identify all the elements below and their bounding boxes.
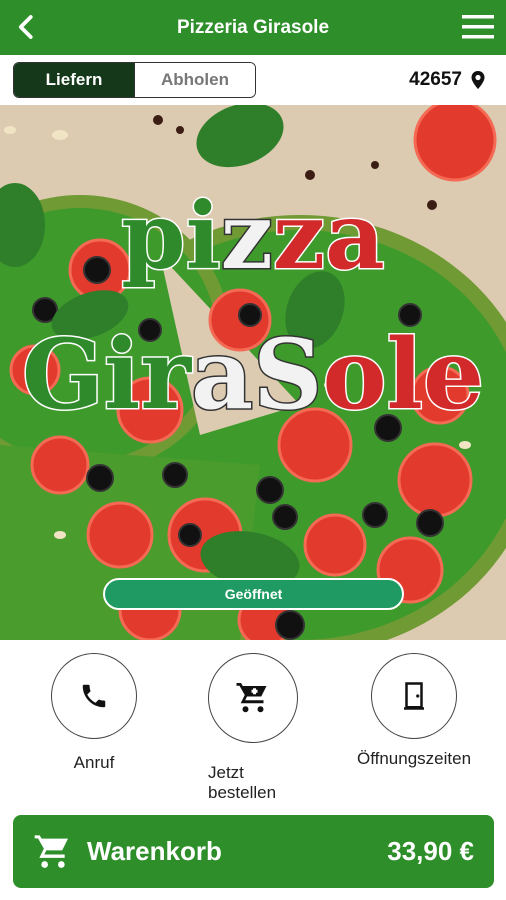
logo-line-girasole: GiraSole (0, 325, 506, 424)
logo-part: za (271, 182, 386, 290)
open-status-badge: Geöffnet (103, 578, 404, 610)
order-circle[interactable] (208, 653, 298, 743)
deliver-option[interactable]: Liefern (14, 63, 134, 97)
logo-part: z (219, 182, 274, 290)
back-arrow-icon[interactable] (12, 12, 42, 42)
action-row: Anruf Jetzt bestellen Öffnungszeiten (0, 640, 506, 803)
cart-label: Warenkorb (87, 836, 222, 866)
page-title: Pizzeria Girasole (176, 16, 330, 38)
cart-icon (236, 683, 267, 713)
hours-circle[interactable] (371, 653, 457, 739)
hamburger-menu-icon[interactable] (460, 12, 496, 42)
logo-part: r (139, 318, 193, 431)
cart-button[interactable]: Warenkorb 33,90 € (13, 815, 494, 888)
order-now-button[interactable]: Jetzt bestellen (208, 653, 298, 803)
hero-banner: pizza GiraSole Geöffnet (0, 105, 506, 640)
opening-hours-label: Öffnungszeiten (356, 749, 472, 768)
call-button[interactable]: Anruf (51, 653, 137, 773)
order-now-label: Jetzt bestellen (208, 763, 277, 802)
call-label: Anruf (73, 753, 115, 772)
logo-part: S (252, 318, 324, 431)
postcode-text: 42657 (409, 69, 462, 90)
logo-part: ole (321, 318, 486, 431)
logo-part: pi (120, 182, 222, 290)
logo-part: a (189, 318, 254, 431)
cart-total: 33,90 € (387, 836, 474, 866)
opening-hours-button[interactable]: Öffnungszeiten (357, 653, 471, 769)
location-pin-icon (471, 71, 485, 89)
logo-part: Gi (20, 318, 141, 431)
app-bar: Pizzeria Girasole (0, 0, 506, 55)
order-mode-toggle: Liefern Abholen (13, 62, 256, 98)
postcode-selector[interactable]: 42657 (409, 69, 486, 91)
cart-icon (34, 834, 68, 868)
call-circle[interactable] (51, 653, 137, 739)
logo-line-pizza: pizza (0, 189, 506, 284)
pickup-option[interactable]: Abholen (134, 63, 255, 97)
phone-icon (82, 684, 106, 708)
order-mode-bar: Liefern Abholen 42657 (0, 55, 506, 105)
door-icon (404, 682, 424, 710)
